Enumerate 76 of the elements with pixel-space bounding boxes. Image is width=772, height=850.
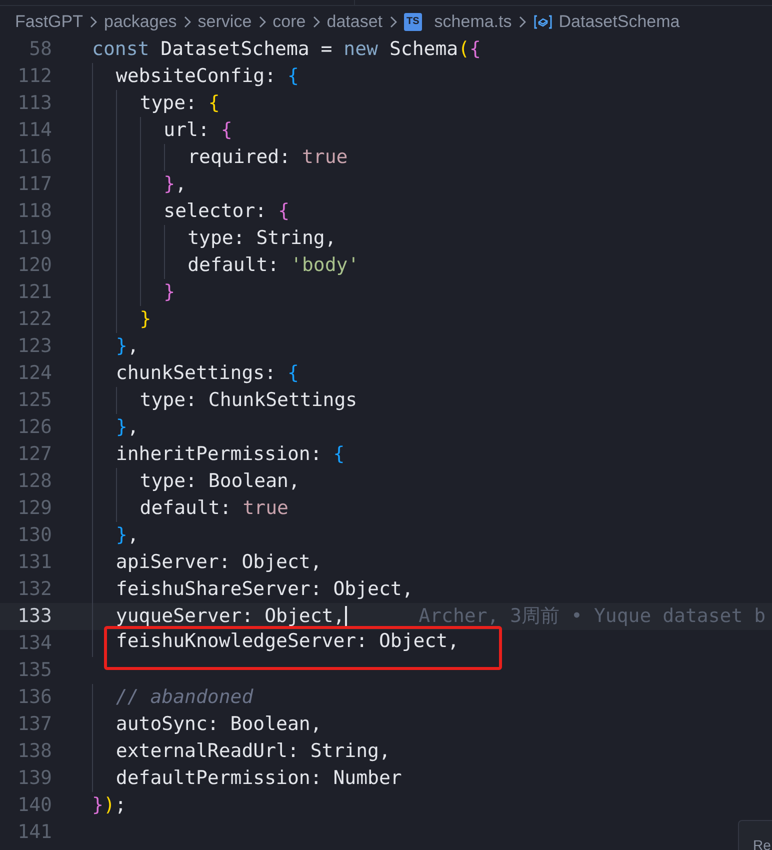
code-text: } <box>164 280 176 305</box>
blame-annotation: Archer, 3周前 • Yuque dataset b <box>418 604 766 629</box>
line-number: 126 <box>16 415 52 440</box>
line-number: 119 <box>16 226 52 251</box>
line-number: 140 <box>16 793 52 818</box>
code-text: default: true <box>140 496 288 521</box>
line-number: 131 <box>16 550 52 575</box>
code-text: }, <box>164 172 187 197</box>
line-number: 58 <box>28 37 52 62</box>
line-number: 139 <box>16 766 52 791</box>
breadcrumb-item[interactable]: packages <box>104 9 177 35</box>
code-text: type: { <box>140 91 220 116</box>
code-text: feishuKnowledgeServer: Object, <box>104 626 502 670</box>
breadcrumb-item[interactable]: schema.ts <box>434 9 512 35</box>
line-number: 127 <box>16 442 52 467</box>
breadcrumb-item[interactable]: core <box>272 9 306 35</box>
code-text: required: true <box>188 145 348 170</box>
code-text: }, <box>116 415 139 440</box>
line-number: 141 <box>16 820 52 845</box>
line-number: 112 <box>16 64 52 89</box>
popup-tab[interactable]: Re <box>738 820 772 850</box>
line-number: 138 <box>16 739 52 764</box>
chevron-icon <box>258 15 267 29</box>
line-number: 114 <box>16 118 52 143</box>
code-text: }, <box>116 523 139 548</box>
line-number: 124 <box>16 361 52 386</box>
line-number: 118 <box>16 199 52 224</box>
code-text: }); <box>92 793 126 818</box>
code-text: chunkSettings: { <box>116 361 299 386</box>
code-text: url: { <box>164 118 232 143</box>
code-text: const DatasetSchema = new Schema({ <box>92 37 481 62</box>
line-number: 120 <box>16 253 52 278</box>
code-text: autoSync: Boolean, <box>116 712 322 737</box>
line-number: 136 <box>16 685 52 710</box>
code-text: type: ChunkSettings <box>140 388 358 413</box>
code-text: // abandoned <box>116 685 254 710</box>
chevron-icon <box>518 15 527 29</box>
chevron-icon <box>312 15 321 29</box>
code-text: defaultPermission: Number <box>116 766 402 791</box>
code-text: } <box>140 307 152 332</box>
code-text: type: Boolean, <box>140 469 300 494</box>
breadcrumb-item[interactable]: DatasetSchema <box>558 9 680 35</box>
code-text: feishuShareServer: Object, <box>116 577 414 602</box>
code-text: selector: { <box>164 199 290 224</box>
typescript-file-icon: TS <box>404 13 422 31</box>
code-text: yuqueServer: Object, <box>116 604 345 629</box>
symbol-icon <box>532 14 553 30</box>
line-number: 123 <box>16 334 52 359</box>
chevron-icon <box>388 15 398 29</box>
breadcrumb-item[interactable]: FastGPT <box>15 9 84 35</box>
line-number: 122 <box>16 307 52 332</box>
line-number: 135 <box>16 658 52 683</box>
line-number: 137 <box>16 712 52 737</box>
code-text: }, <box>116 334 139 359</box>
line-number: 113 <box>16 91 52 116</box>
line-number: 130 <box>16 523 52 548</box>
chevron-icon <box>89 15 98 29</box>
breadcrumb-item[interactable]: service <box>198 9 252 35</box>
line-number: 128 <box>16 469 52 494</box>
line-number: 133 <box>16 604 52 629</box>
line-number: 125 <box>16 388 52 413</box>
line-number: 116 <box>16 145 52 170</box>
line-number: 117 <box>16 172 52 197</box>
code-text: apiServer: Object, <box>116 550 322 575</box>
breadcrumb-item[interactable]: dataset <box>326 9 382 35</box>
code-text: type: String, <box>188 226 336 251</box>
chevron-icon <box>182 15 192 29</box>
code-text: inheritPermission: { <box>116 442 345 467</box>
line-number: 121 <box>16 280 52 305</box>
code-text: default: 'body' <box>188 253 360 278</box>
code-text: websiteConfig: { <box>116 64 299 89</box>
line-number: 129 <box>16 496 52 521</box>
code-text: externalReadUrl: String, <box>116 739 390 764</box>
text-cursor <box>344 606 347 628</box>
line-number: 134 <box>16 631 52 656</box>
line-number: 132 <box>16 577 52 602</box>
